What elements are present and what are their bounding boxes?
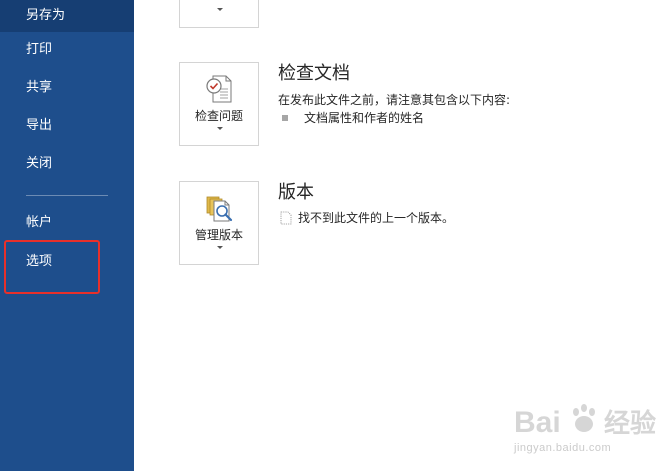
sidebar-item-label: 帐户 [26, 215, 53, 230]
chevron-down-icon [217, 246, 223, 249]
sidebar-item-account[interactable]: 帐户 [0, 207, 134, 239]
highlight-annotation-box [4, 240, 100, 294]
bullet-icon [282, 115, 288, 121]
watermark-logo-text: Bai [514, 406, 561, 439]
sidebar-item-share[interactable]: 共享 [0, 72, 134, 104]
chevron-down-icon [217, 127, 223, 130]
baidu-logo-icon: Bai 经验 [514, 404, 656, 439]
sidebar-item-export[interactable]: 导出 [0, 110, 134, 142]
watermark-logo-text-cn: 经验 [604, 408, 656, 439]
inspect-issues-button[interactable]: 检查问题 [179, 62, 259, 146]
inspect-document-title: 检查文档 [278, 63, 350, 84]
manage-versions-button[interactable]: 管理版本 [179, 181, 259, 265]
tile-partial-top[interactable] [179, 0, 259, 28]
backstage-window: 另存为 打印 共享 导出 关闭 帐户 选项 检查问题 检查文档 在发布此文件之前… [0, 0, 668, 471]
watermark-url: jingyan.baidu.com [514, 442, 612, 454]
sidebar-item-label: 另存为 [26, 8, 66, 23]
manage-versions-icon [206, 196, 233, 222]
sidebar-item-label: 导出 [26, 118, 53, 133]
sidebar-divider [26, 195, 108, 196]
sidebar-item-label: 关闭 [26, 156, 53, 171]
manage-versions-label: 管理版本 [194, 228, 243, 242]
chevron-down-icon [217, 8, 223, 11]
sidebar-item-label: 共享 [26, 80, 53, 95]
sidebar-item-label: 打印 [26, 42, 53, 57]
backstage-sidebar: 另存为 打印 共享 导出 关闭 帐户 选项 [0, 0, 134, 471]
sidebar-item-save-as[interactable]: 另存为 [0, 0, 134, 32]
sidebar-item-close[interactable]: 关闭 [0, 148, 134, 180]
inspect-issues-label: 检查问题 [194, 109, 243, 123]
versions-title: 版本 [278, 182, 314, 203]
versions-description: 找不到此文件的上一个版本。 [298, 211, 455, 225]
document-icon [280, 211, 292, 225]
baidu-jingyan-watermark: Bai 经验 jingyan.baidu.com [508, 398, 658, 464]
sidebar-item-print[interactable]: 打印 [0, 34, 134, 66]
inspect-document-description: 在发布此文件之前，请注意其包含以下内容: [278, 93, 511, 107]
inspect-document-icon [206, 75, 232, 103]
